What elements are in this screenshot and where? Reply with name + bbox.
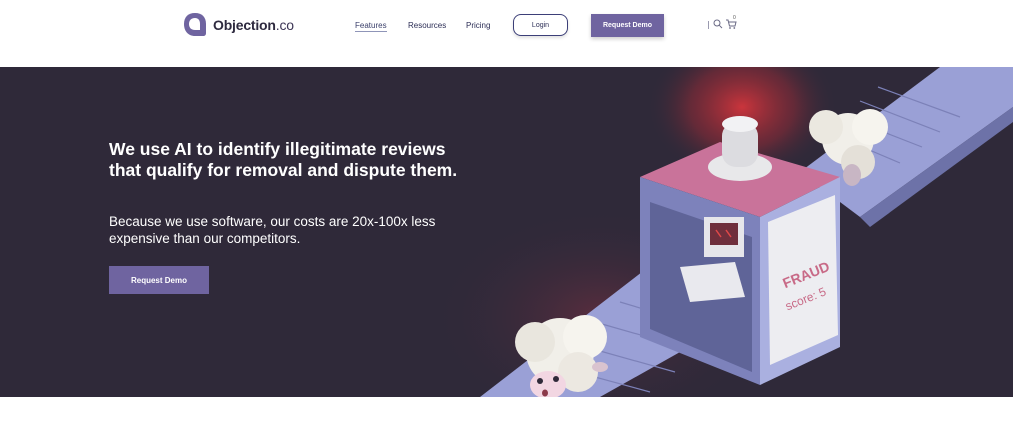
page-below-hero xyxy=(0,397,1013,427)
request-demo-button-header[interactable]: Request Demo xyxy=(591,14,664,37)
logo[interactable]: Objection.co xyxy=(183,12,294,38)
login-button[interactable]: Login xyxy=(513,14,568,36)
cart-count: 0 xyxy=(733,15,736,21)
logo-name: Objection xyxy=(213,17,276,33)
request-demo-button-hero[interactable]: Request Demo xyxy=(109,266,209,294)
hero-headline: We use AI to identify illegitimate revie… xyxy=(109,139,458,180)
logo-icon xyxy=(184,13,206,36)
site-header: Objection.co Features Resources Pricing … xyxy=(0,0,1013,67)
nav-resources[interactable]: Resources xyxy=(408,21,446,30)
logo-tld: .co xyxy=(275,17,294,33)
search-icon[interactable] xyxy=(713,19,723,29)
nav-divider xyxy=(708,21,709,29)
nav-pricing[interactable]: Pricing xyxy=(466,21,490,30)
hero-subline: Because we use software, our costs are 2… xyxy=(109,214,436,246)
nav-features[interactable]: Features xyxy=(355,21,387,32)
logo-text: Objection.co xyxy=(213,17,294,33)
hero-section: FRAUD score: 5 We use AI to identify ill… xyxy=(0,67,1013,397)
